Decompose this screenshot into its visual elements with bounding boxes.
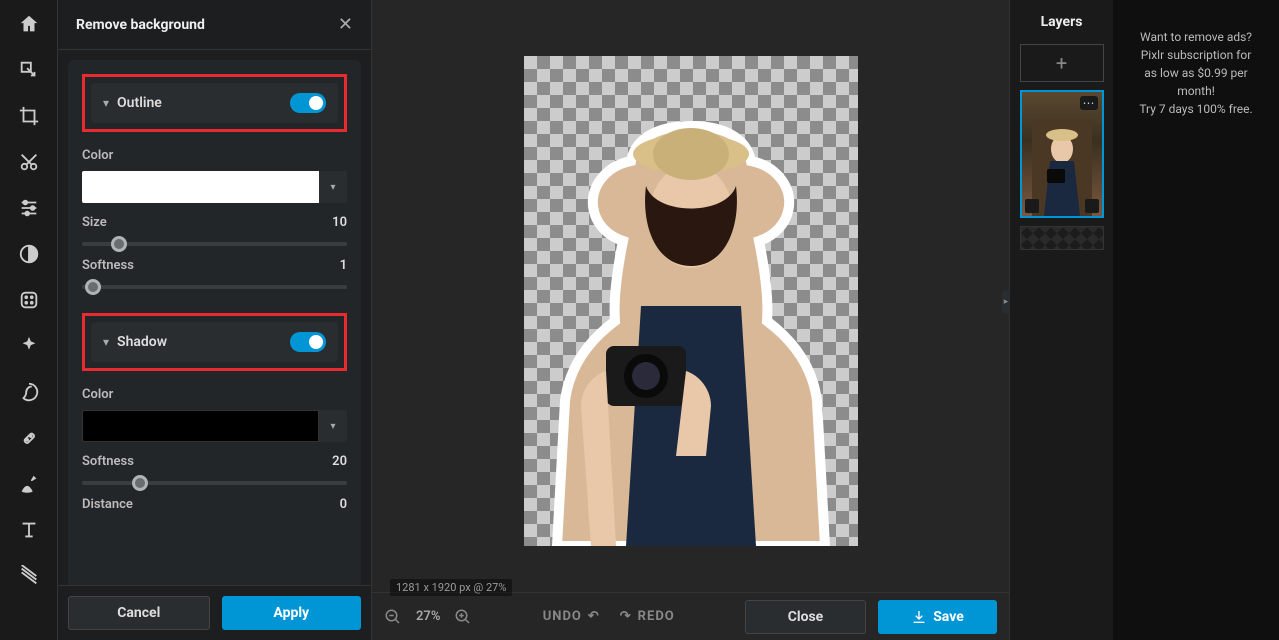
canvas-dimensions: 1281 x 1920 px @ 27%: [390, 579, 512, 596]
shadow-section-header[interactable]: ▾ Shadow: [91, 322, 338, 362]
shadow-softness-label: Softness: [82, 454, 134, 469]
panel-title: Remove background: [76, 17, 205, 33]
zoom-value: 27%: [416, 609, 440, 624]
shadow-color-label: Color: [82, 387, 113, 402]
size-slider[interactable]: [82, 242, 347, 246]
element-icon[interactable]: [17, 564, 41, 588]
outline-section-header[interactable]: ▾ Outline: [91, 83, 338, 123]
outline-highlight: ▾ Outline: [82, 74, 347, 132]
subject-cutout: [546, 106, 836, 546]
undo-button[interactable]: UNDO↶: [543, 609, 600, 624]
size-label: Size: [82, 215, 107, 230]
layer-empty-slot[interactable]: [1020, 226, 1104, 250]
cancel-button[interactable]: Cancel: [68, 596, 210, 630]
layers-title: Layers: [1041, 14, 1083, 30]
image-type-icon: [1025, 199, 1039, 213]
undo-icon: ↶: [588, 609, 600, 624]
softness-slider[interactable]: [82, 285, 347, 289]
outline-label: Outline: [117, 95, 162, 111]
outline-color-dropdown[interactable]: ▾: [319, 171, 347, 203]
lock-icon: [1085, 199, 1099, 213]
zoom-out-icon[interactable]: [384, 608, 402, 626]
ad-rail: Want to remove ads? Pixlr subscription f…: [1113, 0, 1279, 640]
layer-thumbnail[interactable]: ⋯: [1020, 90, 1104, 218]
size-value: 10: [332, 215, 347, 230]
shadow-softness-value: 20: [332, 454, 347, 469]
canvas-viewport[interactable]: [372, 0, 1009, 592]
softness-label: Softness: [82, 258, 134, 273]
close-icon[interactable]: ✕: [338, 14, 353, 35]
bottom-bar: 27% UNDO↶ ↷REDO Close Save: [372, 592, 1009, 640]
outline-toggle[interactable]: [290, 93, 326, 113]
outline-color-swatch[interactable]: [82, 171, 319, 203]
canvas-image[interactable]: [524, 56, 858, 546]
arrange-icon[interactable]: [17, 58, 41, 82]
panel-header: Remove background ✕: [58, 0, 371, 50]
liquify-icon[interactable]: [17, 380, 41, 404]
shadow-color-dropdown[interactable]: ▾: [319, 410, 347, 442]
contrast-icon[interactable]: [17, 242, 41, 266]
home-icon[interactable]: [17, 12, 41, 36]
options-panel: Remove background ✕ ▾ Outline Color ▾: [58, 0, 372, 640]
adjust-icon[interactable]: [17, 196, 41, 220]
heal-icon[interactable]: [17, 426, 41, 450]
distance-value: 0: [340, 497, 347, 512]
outline-color-label: Color: [82, 148, 113, 163]
zoom-in-icon[interactable]: [454, 608, 472, 626]
cutout-icon[interactable]: [17, 150, 41, 174]
redo-button[interactable]: ↷REDO: [620, 609, 675, 624]
draw-icon[interactable]: [17, 472, 41, 496]
left-toolbar: [0, 0, 58, 640]
download-icon: [911, 609, 927, 625]
chevron-down-icon: ▾: [103, 335, 109, 349]
softness-value: 1: [340, 258, 347, 273]
layers-panel: Layers + ⋯ ▸: [1009, 0, 1113, 640]
ad-text[interactable]: Want to remove ads? Pixlr subscription f…: [1139, 28, 1252, 118]
crop-icon[interactable]: [17, 104, 41, 128]
shadow-color-swatch[interactable]: [82, 410, 319, 442]
shadow-toggle[interactable]: [290, 332, 326, 352]
shadow-highlight: ▾ Shadow: [82, 313, 347, 371]
expand-handle[interactable]: ▸: [1002, 290, 1010, 314]
filter-icon[interactable]: [17, 288, 41, 312]
shadow-label: Shadow: [117, 334, 167, 350]
canvas-area: 1281 x 1920 px @ 27% 27% UNDO↶ ↷REDO Clo…: [372, 0, 1009, 640]
distance-label: Distance: [82, 497, 133, 512]
redo-icon: ↷: [620, 609, 632, 624]
apply-button[interactable]: Apply: [222, 596, 362, 630]
shadow-softness-slider[interactable]: [82, 481, 347, 485]
close-button[interactable]: Close: [745, 600, 866, 634]
layer-preview: [1032, 121, 1092, 216]
layer-menu-icon[interactable]: ⋯: [1080, 96, 1098, 110]
chevron-down-icon: ▾: [103, 96, 109, 110]
effect-icon[interactable]: [17, 334, 41, 358]
save-button[interactable]: Save: [878, 600, 997, 634]
text-icon[interactable]: [17, 518, 41, 542]
add-layer-button[interactable]: +: [1020, 44, 1104, 82]
